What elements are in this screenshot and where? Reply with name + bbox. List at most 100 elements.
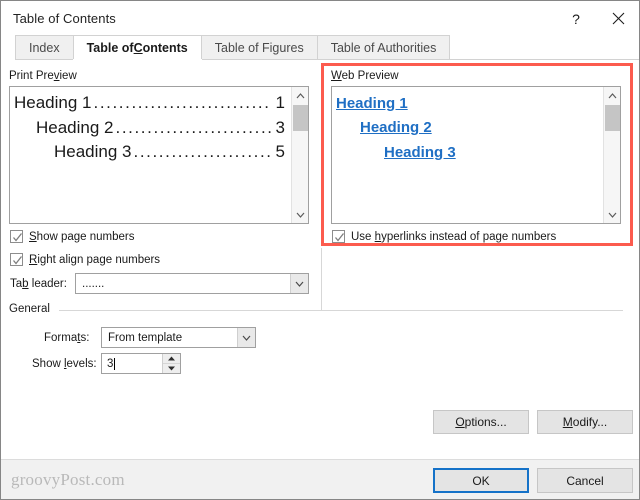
- checkbox-label: Show page numbers: [29, 231, 134, 243]
- web-preview-label-tail: eb Preview: [341, 70, 399, 82]
- title-bar: Table of Contents ?: [1, 1, 639, 36]
- checkbox-label-tail: how page numbers: [36, 230, 135, 243]
- column-divider: [321, 248, 322, 310]
- scroll-down-icon[interactable]: [292, 206, 308, 223]
- print-line-text: Heading 2: [36, 117, 114, 137]
- tab-leader-label: Tab leader:: [10, 278, 67, 290]
- show-levels-input[interactable]: 3: [102, 354, 162, 373]
- show-levels-label-head: Show: [32, 358, 64, 370]
- close-glyph: [612, 12, 624, 25]
- tab-leader-label-tail: leader:: [28, 278, 67, 290]
- tab-index[interactable]: Index: [15, 35, 74, 59]
- dialog-footer: groovyPost.com OK Cancel: [1, 459, 639, 499]
- checkbox-label-tail: yperlinks instead of page numbers: [381, 230, 557, 243]
- tab-table-of-contents[interactable]: Table of Contents: [72, 35, 202, 59]
- help-icon[interactable]: ?: [555, 1, 597, 36]
- print-preview-scrollbar[interactable]: [291, 87, 308, 223]
- tab-table-of-contents-label-head: Table of: [86, 40, 134, 55]
- ok-button[interactable]: OK: [433, 468, 529, 493]
- check-icon: [13, 233, 23, 242]
- print-line-text: Heading 3: [54, 142, 132, 162]
- check-icon: [13, 256, 23, 265]
- checkbox-box: [10, 230, 23, 243]
- formats-label: Formats:: [44, 332, 89, 344]
- tab-index-label: Index: [29, 40, 60, 55]
- watermark: groovyPost.com: [11, 470, 125, 489]
- print-line-dots: ........................................…: [93, 93, 272, 112]
- scroll-up-icon[interactable]: [292, 87, 308, 104]
- print-preview-line: Heading 2 ..............................…: [14, 116, 285, 141]
- scroll-down-icon[interactable]: [604, 206, 620, 223]
- scroll-thumb[interactable]: [605, 105, 620, 131]
- checkbox-box: [10, 253, 23, 266]
- general-group-label: General: [9, 303, 54, 315]
- print-line-dots: ........................................…: [115, 117, 272, 137]
- web-preview-group-label: Web Preview: [331, 70, 403, 82]
- print-line-page: 1: [275, 93, 285, 112]
- formats-dropdown[interactable]: From template: [101, 327, 256, 348]
- window-title: Table of Contents: [13, 11, 116, 26]
- stepper-buttons: [162, 354, 180, 373]
- help-glyph: ?: [572, 10, 580, 27]
- chevron-down-icon[interactable]: [290, 274, 308, 293]
- spinner-down-icon[interactable]: [163, 363, 180, 373]
- right-align-page-numbers-checkbox[interactable]: Right align page numbers: [10, 253, 160, 266]
- formats-label-tail: s:: [80, 332, 90, 344]
- options-label-tail: ptions...: [464, 415, 507, 429]
- use-hyperlinks-checkbox[interactable]: Use hyperlinks instead of page numbers: [332, 230, 556, 243]
- table-of-contents-dialog: Table of Contents ? Index Table of Conte…: [0, 0, 640, 500]
- modify-button[interactable]: Modify...: [537, 410, 633, 434]
- formats-label-head: Forma: [44, 332, 78, 344]
- options-button[interactable]: Options...: [433, 410, 529, 434]
- checkbox-accel: S: [29, 230, 37, 243]
- modify-accel: M: [562, 415, 573, 429]
- tab-table-of-contents-label-tail: ontents: [142, 40, 188, 55]
- dialog-body: Print Preview Heading 1 ................…: [1, 60, 639, 459]
- print-line-dots: .....................................: [133, 142, 272, 162]
- spinner-up-icon[interactable]: [163, 354, 180, 364]
- options-accel: O: [455, 415, 465, 429]
- web-preview-link[interactable]: Heading 1: [336, 92, 597, 116]
- print-preview-box: Heading 1 ..............................…: [9, 86, 309, 224]
- web-preview-link[interactable]: Heading 3: [336, 141, 597, 165]
- checkbox-label-head: Use: [351, 230, 375, 243]
- check-icon: [335, 233, 345, 242]
- show-page-numbers-checkbox[interactable]: Show page numbers: [10, 230, 134, 243]
- tab-leader-dropdown[interactable]: .......: [75, 273, 309, 294]
- print-preview-line: Heading 1 ..............................…: [14, 91, 285, 116]
- formats-value: From template: [108, 331, 183, 344]
- print-preview-label-tail: iew: [59, 70, 77, 82]
- tab-leader-label-head: Ta: [10, 278, 23, 290]
- scroll-up-icon[interactable]: [604, 87, 620, 104]
- print-preview-content: Heading 1 ..............................…: [10, 87, 291, 223]
- tab-table-of-figures[interactable]: Table of Figures: [200, 35, 318, 59]
- modify-label: Modify...: [563, 415, 607, 429]
- show-levels-label: Show levels:: [32, 358, 97, 370]
- show-levels-label-tail: evels:: [66, 358, 97, 370]
- web-preview-content: Heading 1 Heading 2 Heading 3: [332, 87, 603, 223]
- chevron-down-icon[interactable]: [237, 328, 255, 347]
- cancel-button[interactable]: Cancel: [537, 468, 633, 493]
- tab-leader-value: .......: [82, 277, 105, 290]
- web-preview-link[interactable]: Heading 2: [336, 116, 597, 140]
- close-icon[interactable]: [597, 1, 639, 36]
- checkbox-label: Right align page numbers: [29, 254, 160, 266]
- checkbox-box: [332, 230, 345, 243]
- window-buttons: ?: [555, 1, 639, 36]
- show-levels-stepper[interactable]: 3: [101, 353, 181, 374]
- scroll-thumb[interactable]: [293, 105, 308, 131]
- print-line-page: 3: [275, 117, 285, 137]
- print-preview-line: Heading 3 ..............................…: [14, 140, 285, 165]
- print-preview-group-label: Print Preview: [9, 70, 81, 82]
- tab-table-of-authorities[interactable]: Table of Authorities: [316, 35, 451, 59]
- modify-label-tail: odify...: [572, 415, 608, 429]
- checkbox-label: Use hyperlinks instead of page numbers: [351, 231, 556, 243]
- general-group-line: [59, 310, 623, 311]
- tab-table-of-figures-label: Table of Figures: [214, 40, 304, 55]
- show-levels-value: 3: [107, 357, 114, 370]
- checkbox-label-tail: ight align page numbers: [37, 253, 161, 266]
- tab-table-of-contents-accel: C: [133, 40, 143, 55]
- web-preview-scrollbar[interactable]: [603, 87, 620, 223]
- tab-strip: Index Table of Contents Table of Figures…: [15, 35, 639, 60]
- tab-table-of-authorities-label: Table of Authorities: [330, 40, 437, 55]
